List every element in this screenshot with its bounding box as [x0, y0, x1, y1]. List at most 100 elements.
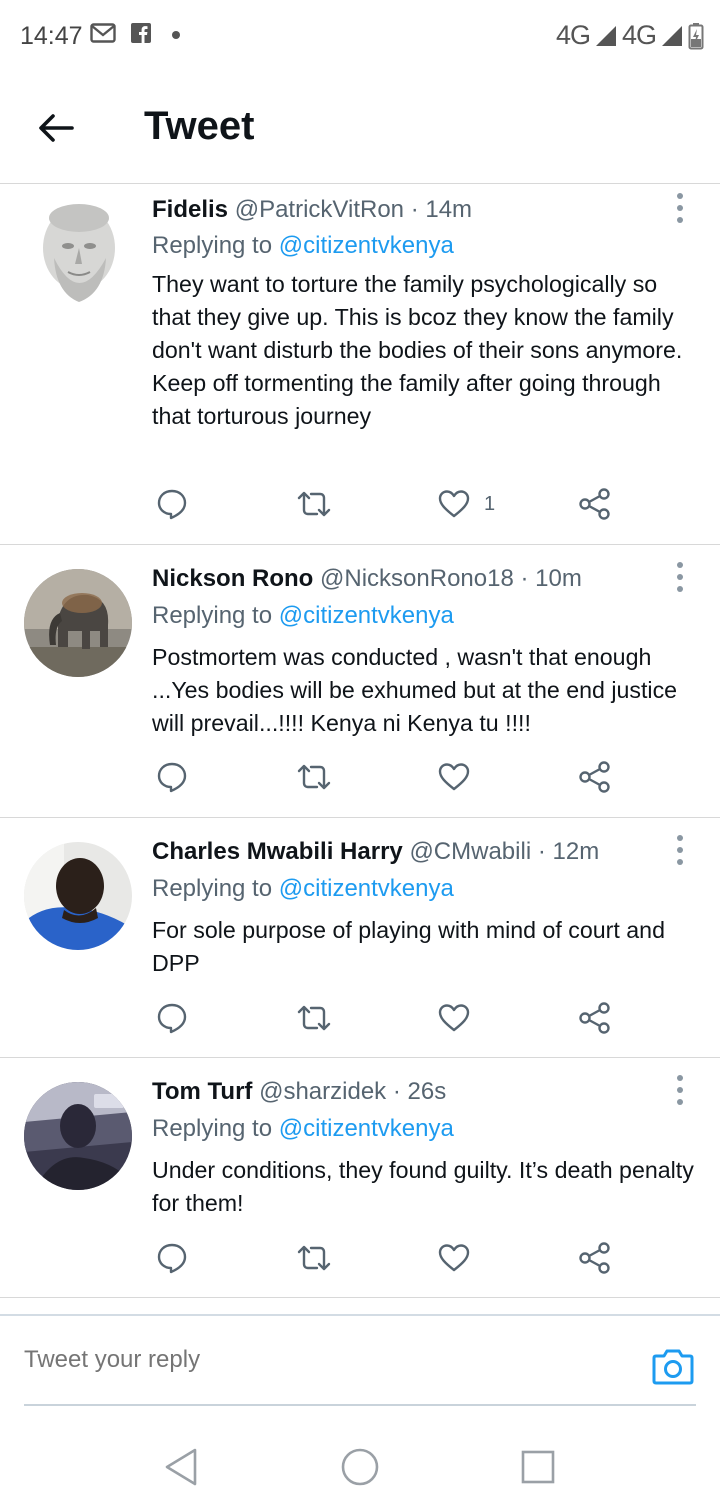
more-options-button[interactable] [668, 830, 692, 870]
square-recents-icon [521, 1450, 555, 1484]
nav-back-button[interactable] [156, 1442, 206, 1492]
network-label-1: 4G [555, 20, 591, 50]
statue-avatar-icon [24, 198, 132, 306]
tweet-reply[interactable]: Fidelis @PatrickVitRon · 14m Replying to… [0, 184, 720, 545]
tweet-header: Charles Mwabili Harry @CMwabili · 12m [152, 838, 599, 866]
author-name[interactable]: Tom Turf [152, 1078, 252, 1105]
tweet-time[interactable]: 12m [553, 838, 600, 865]
nav-recents-button[interactable] [513, 1442, 563, 1492]
tweet-actions [152, 996, 632, 1040]
heart-icon [438, 1244, 470, 1272]
like-button[interactable] [438, 996, 470, 1040]
camera-icon [652, 1349, 694, 1385]
system-nav-bar [0, 1422, 720, 1512]
tweet-reply[interactable]: Tom Turf @sharzidek · 26s Replying to @c… [0, 1058, 720, 1298]
retweet-button[interactable] [296, 1236, 332, 1280]
more-options-button[interactable] [668, 188, 692, 228]
separator-dot: · [537, 838, 546, 865]
retweet-button[interactable] [296, 996, 332, 1040]
comment-icon [157, 762, 187, 793]
replying-to: Replying to @citizentvkenya [152, 1115, 454, 1143]
author-name[interactable]: Fidelis [152, 196, 228, 223]
retweet-icon [297, 1245, 331, 1271]
author-name[interactable]: Nickson Rono [152, 565, 313, 592]
avatar[interactable] [24, 1082, 132, 1190]
car-interior-avatar-icon [24, 1082, 132, 1190]
retweet-icon [297, 1005, 331, 1031]
tweet-text: For sole purpose of playing with mind of… [152, 917, 665, 976]
battery-charging-icon [688, 22, 704, 49]
tweet-time[interactable]: 10m [535, 565, 582, 592]
mention-link[interactable]: @citizentvkenya [279, 1115, 454, 1142]
author-handle[interactable]: @CMwabili [409, 838, 531, 865]
status-bar: 14:47 4G 4G [0, 0, 720, 72]
mention-link[interactable]: @citizentvkenya [279, 232, 454, 259]
tweet-reply[interactable]: Nickson Rono @NicksonRono18 · 10m Replyi… [0, 545, 720, 818]
like-button[interactable] [438, 1236, 470, 1280]
arrow-left-icon [39, 114, 74, 142]
author-handle[interactable]: @PatrickVitRon [235, 196, 404, 223]
more-options-button[interactable] [668, 1070, 692, 1110]
reply-button[interactable] [156, 482, 188, 526]
reply-button[interactable] [156, 996, 188, 1040]
reply-button[interactable] [156, 755, 188, 799]
gmail-icon [90, 23, 116, 43]
replying-prefix: Replying to [152, 1115, 273, 1142]
reply-composer [0, 1314, 720, 1406]
replying-prefix: Replying to [152, 602, 273, 629]
share-icon [579, 761, 610, 793]
avatar[interactable] [24, 842, 132, 950]
replying-to: Replying to @citizentvkenya [152, 602, 454, 630]
separator-dot: · [520, 565, 529, 592]
tweet-text: They want to torture the family psycholo… [152, 271, 683, 429]
author-name[interactable]: Charles Mwabili Harry [152, 838, 403, 865]
author-handle[interactable]: @NicksonRono18 [320, 565, 514, 592]
comment-icon [157, 489, 187, 520]
more-options-button[interactable] [668, 557, 692, 597]
share-button[interactable] [578, 1236, 612, 1280]
tweet-header: Tom Turf @sharzidek · 26s [152, 1078, 446, 1106]
avatar[interactable] [24, 198, 132, 306]
nav-home-button[interactable] [335, 1442, 385, 1492]
camera-button[interactable] [652, 1346, 694, 1391]
share-button[interactable] [578, 482, 612, 526]
status-notification-icons [90, 22, 186, 44]
tweet-text: Under conditions, they found guilty. It’… [152, 1157, 694, 1216]
heart-icon [438, 490, 470, 518]
like-button[interactable] [438, 755, 470, 799]
like-count: 1 [484, 492, 496, 515]
reply-input[interactable] [24, 1346, 584, 1374]
network-label-2: 4G [621, 20, 657, 50]
circle-home-icon [341, 1448, 379, 1486]
signal-icon [595, 25, 616, 46]
share-icon [579, 1242, 610, 1274]
status-time: 14:47 [20, 22, 83, 50]
elephant-avatar-icon [24, 569, 132, 677]
retweet-button[interactable] [296, 755, 332, 799]
back-button[interactable] [30, 102, 82, 154]
tweet-header: Nickson Rono @NicksonRono18 · 10m [152, 565, 582, 593]
mention-link[interactable]: @citizentvkenya [279, 875, 454, 902]
author-handle[interactable]: @sharzidek [259, 1078, 386, 1105]
mention-link[interactable]: @citizentvkenya [279, 602, 454, 629]
share-button[interactable] [578, 996, 612, 1040]
notification-dot-icon [172, 31, 180, 39]
tweet-time[interactable]: 14m [425, 196, 472, 223]
page-title: Tweet [144, 104, 255, 148]
reply-underline [24, 1404, 696, 1406]
tweet-time[interactable]: 26s [408, 1078, 447, 1105]
retweet-button[interactable] [296, 482, 332, 526]
tweet-header: Fidelis @PatrickVitRon · 14m [152, 196, 472, 224]
replying-prefix: Replying to [152, 232, 273, 259]
tweet-text: Postmortem was conducted , wasn't that e… [152, 644, 678, 736]
like-button[interactable]: 1 [438, 482, 495, 526]
share-button[interactable] [578, 755, 612, 799]
tweet-actions [152, 1236, 632, 1280]
avatar[interactable] [24, 569, 132, 677]
heart-icon [438, 1004, 470, 1032]
person-avatar-icon [24, 842, 132, 950]
reply-button[interactable] [156, 1236, 188, 1280]
signal-icon-2 [662, 25, 682, 46]
tweet-reply[interactable]: Charles Mwabili Harry @CMwabili · 12m Re… [0, 818, 720, 1058]
tweet-actions: 1 [152, 482, 632, 526]
